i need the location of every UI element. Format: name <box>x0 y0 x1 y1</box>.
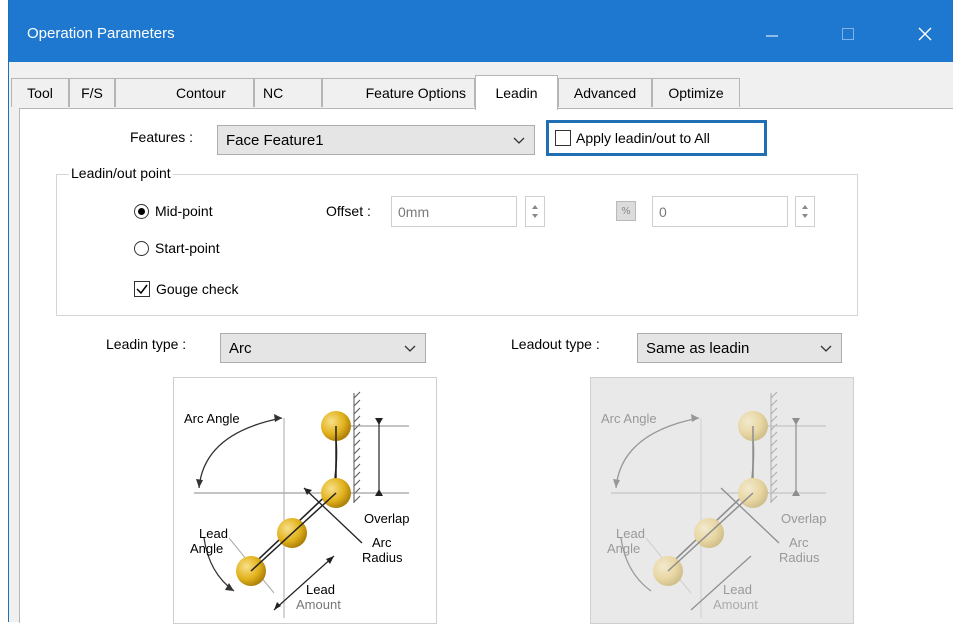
overlap-label: Overlap <box>364 511 410 526</box>
tab-leadin[interactable]: Leadin <box>475 75 558 110</box>
arc-radius-label-2: Radius <box>362 550 403 565</box>
offset-spinner[interactable] <box>525 196 545 227</box>
gouge-check-label: Gouge check <box>156 281 239 297</box>
apply-all-highlight: Apply leadin/out to All <box>546 120 767 156</box>
tab-label: Advanced <box>573 85 637 101</box>
percent-value: 0 <box>659 204 667 220</box>
tab-label: NC <box>263 85 284 101</box>
mid-point-label: Mid-point <box>155 203 213 219</box>
features-dropdown[interactable]: Face Feature1 <box>217 125 535 155</box>
leadin-tab-panel: Features : Face Feature1 Apply leadin/ou… <box>19 108 953 624</box>
percent-icon: % <box>621 205 631 217</box>
features-value: Face Feature1 <box>226 132 324 149</box>
arc-radius-label-1: Arc <box>372 535 392 550</box>
tab-label: Tool <box>27 85 53 101</box>
minimize-icon <box>766 35 778 37</box>
leadin-type-label: Leadin type : <box>106 336 187 352</box>
lead-amount-label-1: Lead <box>306 582 335 597</box>
offset-input[interactable]: 0mm <box>391 196 517 227</box>
lead-amount-label-2: Amount <box>296 597 341 612</box>
tab-nc[interactable]: NC <box>254 78 322 107</box>
percent-toggle-button[interactable]: % <box>616 201 636 221</box>
operation-parameters-window: Operation Parameters Tool F/S Contour NC… <box>8 0 953 624</box>
chevron-down-icon <box>404 345 416 352</box>
lead-amount-label-1: Lead <box>723 582 752 597</box>
tab-label: Optimize <box>668 85 724 101</box>
arc-radius-label-2: Radius <box>779 550 820 565</box>
leadin-diagram: Arc Angle Overlap Lead Angle Arc Radius … <box>173 377 437 624</box>
minimize-button[interactable] <box>749 14 795 54</box>
tab-advanced[interactable]: Advanced <box>558 78 652 107</box>
lead-angle-label-2: Angle <box>190 541 224 556</box>
tab-label: Leadin <box>495 85 538 101</box>
tab-tool[interactable]: Tool <box>11 78 69 107</box>
tab-optimize[interactable]: Optimize <box>652 78 740 107</box>
leadin-point-group-title: Leadin/out point <box>69 165 173 181</box>
close-icon <box>918 27 932 41</box>
leadout-type-value: Same as leadin <box>646 340 750 357</box>
close-button[interactable] <box>902 14 948 54</box>
tab-strip: Tool F/S Contour NC Feature Options Lead… <box>9 75 953 110</box>
start-point-radio[interactable] <box>134 241 149 256</box>
tab-fs[interactable]: F/S <box>69 78 115 107</box>
arc-angle-label: Arc Angle <box>601 411 657 426</box>
leadin-type-value: Arc <box>229 340 252 357</box>
arc-angle-label: Arc Angle <box>184 411 240 426</box>
start-point-label: Start-point <box>155 240 220 256</box>
tab-label: Feature Options <box>365 85 466 101</box>
lead-angle-label-2: Angle <box>607 541 641 556</box>
arc-radius-label-1: Arc <box>789 535 809 550</box>
leadout-diagram: Arc Angle Overlap Lead Angle Arc Radius … <box>590 377 854 624</box>
tab-label: F/S <box>81 85 103 101</box>
percent-spinner[interactable] <box>795 196 815 227</box>
features-label: Features : <box>130 129 194 145</box>
tab-feature-options[interactable]: Feature Options <box>322 78 475 107</box>
leadin-type-dropdown[interactable]: Arc <box>220 333 426 363</box>
tab-contour[interactable]: Contour <box>115 78 254 107</box>
maximize-icon <box>842 28 854 40</box>
apply-all-checkbox[interactable] <box>555 130 571 146</box>
offset-value: 0mm <box>398 204 430 220</box>
mid-point-radio[interactable] <box>134 204 149 219</box>
window-title: Operation Parameters <box>27 25 175 42</box>
spinner-arrows-icon <box>532 205 538 218</box>
tab-label: Contour <box>176 85 226 101</box>
offset-label: Offset : <box>326 203 371 219</box>
chevron-down-icon <box>513 137 525 144</box>
percent-input[interactable]: 0 <box>652 196 788 227</box>
lead-angle-label-1: Lead <box>199 526 228 541</box>
spinner-arrows-icon <box>802 205 808 218</box>
title-bar[interactable]: Operation Parameters <box>9 0 953 62</box>
apply-all-label: Apply leadin/out to All <box>576 130 710 146</box>
lead-angle-label-1: Lead <box>616 526 645 541</box>
maximize-button <box>825 14 871 54</box>
overlap-label: Overlap <box>781 511 827 526</box>
leadout-type-label: Leadout type : <box>511 336 600 352</box>
lead-amount-label-2: Amount <box>713 597 758 612</box>
leadout-type-dropdown[interactable]: Same as leadin <box>637 333 842 363</box>
gouge-check-checkbox[interactable] <box>134 281 150 297</box>
checkmark-icon <box>136 284 148 295</box>
chevron-down-icon <box>820 345 832 352</box>
